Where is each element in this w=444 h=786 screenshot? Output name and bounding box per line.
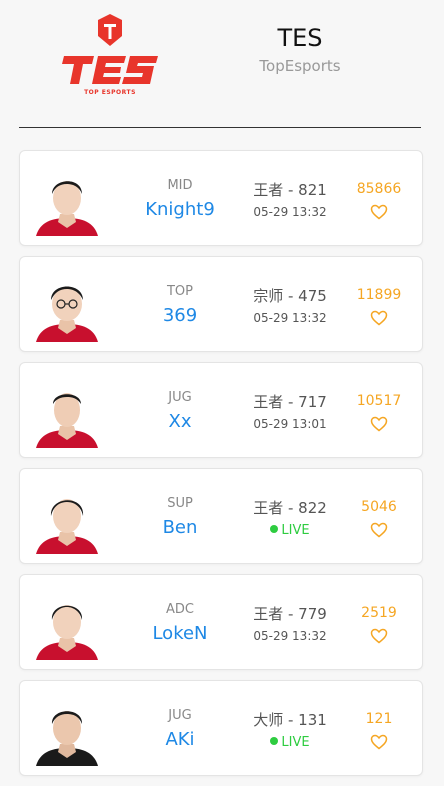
- team-header: TOP ESPORTS TES TopEsports: [0, 0, 444, 130]
- last-active-time: 05-29 13:32: [253, 311, 327, 325]
- heart-icon[interactable]: [370, 416, 388, 432]
- player-card[interactable]: MID Knight9 王者 - 821 05-29 13:32 85866: [19, 150, 423, 246]
- player-avatar: [32, 484, 102, 554]
- player-card[interactable]: JUG Xx 王者 - 717 05-29 13:01 10517: [19, 362, 423, 458]
- player-name-link[interactable]: Xx: [130, 411, 230, 432]
- logo-subtext: TOP ESPORTS: [84, 89, 136, 96]
- player-avatar: [32, 590, 102, 660]
- heart-icon[interactable]: [370, 310, 388, 326]
- player-rank: 王者 - 779: [253, 605, 327, 623]
- player-card[interactable]: TOP 369 宗师 - 475 05-29 13:32 11899: [19, 256, 423, 352]
- player-name-link[interactable]: AKi: [130, 729, 230, 750]
- player-rank: 大师 - 131: [253, 711, 327, 729]
- player-card[interactable]: ADC LokeN 王者 - 779 05-29 13:32 2519: [19, 574, 423, 670]
- heart-icon[interactable]: [370, 628, 388, 644]
- player-name-link[interactable]: Ben: [130, 517, 230, 538]
- live-indicator[interactable]: LIVE: [240, 523, 340, 538]
- last-active-time: 05-29 13:32: [253, 629, 327, 643]
- player-rank: 王者 - 821: [253, 181, 327, 199]
- player-role: SUP: [167, 496, 193, 511]
- like-count: 85866: [356, 181, 402, 197]
- player-avatar: [32, 378, 102, 448]
- player-rank: 王者 - 717: [253, 393, 327, 411]
- like-count: 10517: [356, 393, 402, 409]
- player-role: JUG: [168, 390, 192, 405]
- player-role: MID: [167, 178, 193, 193]
- player-role: JUG: [168, 708, 192, 723]
- live-dot-icon: [270, 737, 279, 745]
- player-name-link[interactable]: LokeN: [130, 623, 230, 644]
- player-rank: 王者 - 822: [253, 499, 327, 517]
- player-avatar: [32, 272, 102, 342]
- player-card[interactable]: SUP Ben 王者 - 822 LIVE 5046: [19, 468, 423, 564]
- live-label: LIVE: [281, 523, 310, 538]
- player-role: TOP: [166, 284, 193, 299]
- heart-icon[interactable]: [370, 522, 388, 538]
- live-label: LIVE: [281, 735, 310, 750]
- last-active-time: 05-29 13:32: [253, 205, 327, 219]
- player-avatar: [32, 166, 102, 236]
- team-name: TES: [277, 24, 323, 52]
- last-active-time: 05-29 13:01: [253, 417, 327, 431]
- player-role: ADC: [166, 602, 194, 617]
- like-count: 2519: [361, 605, 397, 621]
- player-name-link[interactable]: 369: [130, 305, 230, 326]
- player-rank: 宗师 - 475: [253, 287, 327, 305]
- live-dot-icon: [270, 525, 279, 533]
- player-name-link[interactable]: Knight9: [130, 199, 230, 220]
- team-logo: TOP ESPORTS: [58, 12, 162, 98]
- player-list: MID Knight9 王者 - 821 05-29 13:32 85866 T…: [19, 150, 423, 786]
- team-full-name: TopEsports: [259, 57, 341, 75]
- like-count: 121: [365, 711, 393, 727]
- heart-icon[interactable]: [370, 204, 388, 220]
- header-divider: [19, 127, 421, 128]
- player-card[interactable]: JUG AKi 大师 - 131 LIVE 121: [19, 680, 423, 776]
- heart-icon[interactable]: [370, 734, 388, 750]
- live-indicator[interactable]: LIVE: [240, 735, 340, 750]
- like-count: 11899: [356, 287, 402, 303]
- like-count: 5046: [361, 499, 397, 515]
- player-avatar: [32, 696, 102, 766]
